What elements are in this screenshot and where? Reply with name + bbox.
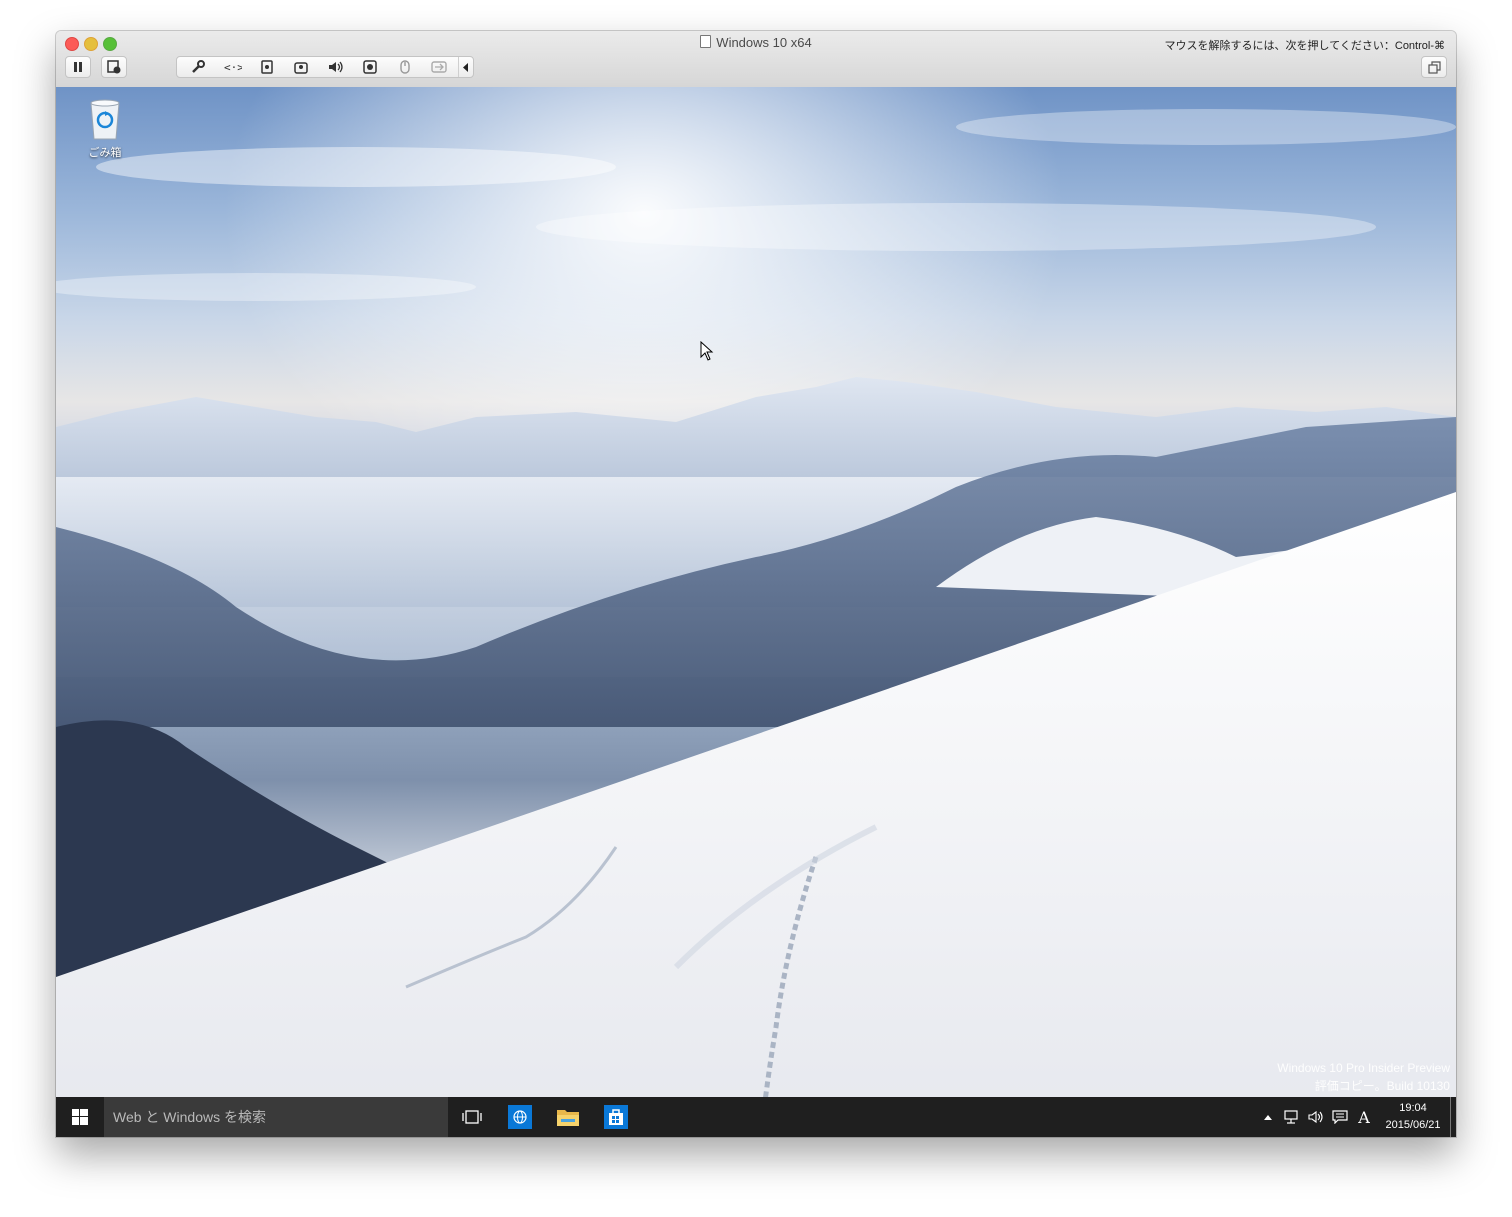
- watermark-line-2: 評価コピー。Build 10130: [1314, 1079, 1450, 1093]
- network-status-button[interactable]: [1280, 1097, 1304, 1137]
- browser-taskbar-button[interactable]: [496, 1097, 544, 1137]
- camera-button[interactable]: [353, 57, 387, 77]
- system-tray: A 19:04 2015/06/21: [1256, 1097, 1456, 1137]
- search-box[interactable]: Web と Windows を検索: [104, 1097, 448, 1137]
- title-bar[interactable]: Windows 10 x64 マウスを解除するには、次を押してください：Cont…: [56, 31, 1456, 88]
- store-taskbar-button[interactable]: [592, 1097, 640, 1137]
- clock-time: 19:04: [1399, 1102, 1427, 1114]
- shared-folder-icon: [431, 61, 447, 73]
- mouse-cursor-icon: [700, 341, 714, 361]
- vm-document-icon: [700, 35, 712, 48]
- sound-button[interactable]: [319, 57, 353, 77]
- watermark-line-1: Windows 10 Pro Insider Preview: [1277, 1061, 1450, 1075]
- device-toolbar: <·>: [176, 56, 474, 78]
- wallpaper-mountains: [56, 87, 1456, 1137]
- toolbar-collapse-button[interactable]: [458, 57, 473, 77]
- hard-disk-icon: [261, 60, 273, 74]
- clock[interactable]: 19:04 2015/06/21: [1376, 1100, 1450, 1134]
- cd-dvd-icon: [294, 62, 309, 74]
- chevron-up-icon: [1264, 1115, 1272, 1120]
- windows-desktop[interactable]: ごみ箱 Windows 10 Pro Insider Preview 評価コピー…: [56, 87, 1456, 1137]
- recycle-bin-icon: [90, 99, 120, 140]
- window-title: Windows 10 x64: [716, 35, 812, 50]
- vm-window: Windows 10 x64 マウスを解除するには、次を押してください：Cont…: [56, 31, 1456, 1137]
- pause-button[interactable]: [65, 56, 91, 78]
- folder-icon: [557, 1110, 579, 1126]
- start-button[interactable]: [56, 1097, 104, 1137]
- suspend-button[interactable]: [101, 56, 127, 78]
- globe-icon: [508, 1105, 532, 1129]
- svg-text:<·>: <·>: [224, 61, 242, 73]
- clock-date: 2015/06/21: [1385, 1119, 1441, 1131]
- volume-icon: [1308, 1110, 1323, 1124]
- recycle-bin-shortcut[interactable]: ごみ箱: [82, 97, 128, 160]
- sound-icon: [328, 61, 343, 73]
- notification-icon: [1332, 1110, 1348, 1124]
- recycle-bin-label: ごみ箱: [88, 147, 122, 159]
- taskbar: Web と Windows を検索 A 19:04 2015/06/21: [56, 1097, 1456, 1137]
- settings-button[interactable]: [181, 57, 215, 77]
- network-icon: <·>: [224, 61, 242, 73]
- collapse-arrow-icon: [463, 62, 469, 72]
- task-view-button[interactable]: [448, 1097, 496, 1137]
- task-view-icon: [462, 1110, 482, 1124]
- file-explorer-taskbar-button[interactable]: [544, 1097, 592, 1137]
- ime-indicator[interactable]: A: [1352, 1097, 1376, 1137]
- pause-icon: [74, 62, 82, 72]
- usb-icon: [399, 60, 410, 74]
- volume-button[interactable]: [1304, 1097, 1328, 1137]
- cd-dvd-button[interactable]: [284, 57, 318, 77]
- mouse-release-hint: マウスを解除するには、次を押してください：Control-⌘: [1164, 40, 1445, 52]
- network-wired-icon: [1284, 1110, 1298, 1124]
- network-button[interactable]: <·>: [215, 57, 249, 77]
- settings-wrench-icon: [192, 60, 206, 73]
- show-desktop-button[interactable]: [1450, 1097, 1456, 1137]
- usb-button[interactable]: [387, 57, 421, 77]
- action-center-button[interactable]: [1328, 1097, 1352, 1137]
- evaluation-watermark: Windows 10 Pro Insider Preview 評価コピー。Bui…: [1277, 1059, 1450, 1095]
- suspend-icon: [107, 60, 121, 74]
- shared-folder-button[interactable]: [422, 57, 456, 77]
- store-bag-icon: [604, 1105, 628, 1129]
- camera-icon: [363, 60, 377, 74]
- windows-logo-icon: [72, 1109, 88, 1125]
- fullscreen-button[interactable]: [1421, 56, 1447, 78]
- show-hidden-icons-button[interactable]: [1256, 1097, 1280, 1137]
- search-placeholder: Web と Windows を検索: [113, 1109, 266, 1125]
- fullscreen-icon: [1427, 60, 1441, 74]
- hard-disk-button[interactable]: [250, 57, 284, 77]
